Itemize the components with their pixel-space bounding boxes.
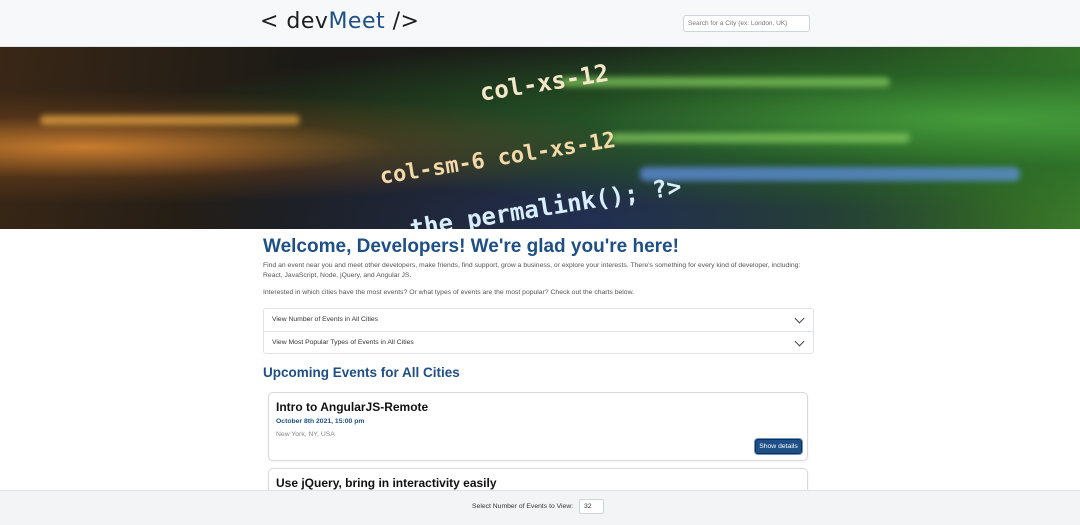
chevron-down-icon	[794, 313, 805, 324]
city-search-input[interactable]	[683, 15, 810, 32]
event-date: October 8th 2021, 15:00 pm	[276, 418, 365, 425]
logo-accent: Meet	[328, 9, 386, 34]
navbar: < devMeet />	[0, 0, 1080, 47]
hero-banner: col-xs-12 col-sm-6 col-xs-12 the_permali…	[0, 47, 1080, 229]
logo-prefix: < dev	[260, 9, 329, 34]
events-count-input[interactable]	[579, 499, 604, 514]
events-count-bar: Select Number of Events to View:	[0, 490, 1080, 525]
accordion-item-cities[interactable]: View Number of Events in All Cities	[264, 309, 813, 331]
hero-glow	[640, 167, 1020, 181]
events-heading: Upcoming Events for All Cities	[263, 365, 460, 380]
accordion-label: View Most Popular Types of Events in All…	[272, 339, 414, 346]
app-logo[interactable]: < devMeet />	[260, 9, 419, 34]
event-title: Use jQuery, bring in interactivity easil…	[276, 476, 497, 490]
welcome-title: Welcome, Developers! We're glad you're h…	[263, 236, 679, 257]
show-details-button[interactable]: Show details	[755, 439, 802, 454]
hero-code-line: col-xs-12	[477, 58, 611, 107]
hero-glow	[610, 133, 910, 143]
charts-accordion: View Number of Events in All Cities View…	[263, 308, 814, 354]
logo-suffix: />	[385, 9, 420, 34]
charts-prompt: Interested in which cities have the most…	[263, 289, 635, 296]
accordion-item-event-types[interactable]: View Most Popular Types of Events in All…	[264, 331, 813, 354]
hero-code-line: col-sm-6 col-xs-12	[378, 127, 618, 190]
events-count-label: Select Number of Events to View:	[472, 503, 574, 510]
hero-glow	[40, 115, 300, 125]
event-card: Intro to AngularJS-Remote October 8th 20…	[268, 392, 808, 461]
accordion-label: View Number of Events in All Cities	[272, 316, 379, 323]
hero-code-line: the_permalink(); ?>	[407, 172, 684, 229]
chevron-down-icon	[794, 336, 805, 347]
welcome-intro: Find an event near you and meet other de…	[263, 262, 801, 279]
event-location: New York, NY, USA	[276, 431, 335, 438]
event-title: Intro to AngularJS-Remote	[276, 400, 429, 414]
